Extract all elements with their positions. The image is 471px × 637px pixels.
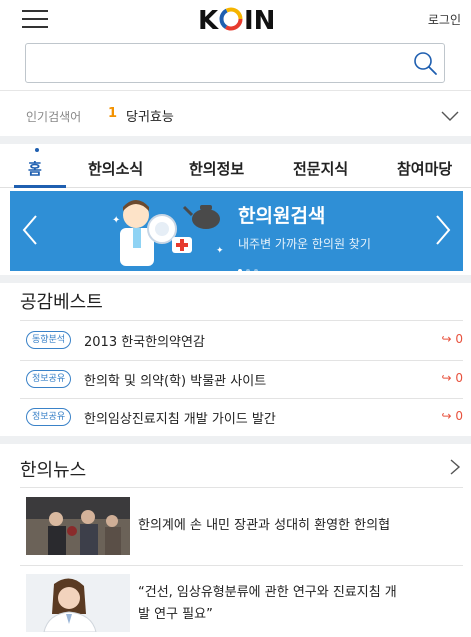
share-count-value: 0: [455, 409, 463, 423]
share-count-value: 0: [455, 371, 463, 385]
section-title-best: 공감베스트: [20, 292, 103, 313]
list-item-title[interactable]: 2013 한국한의약연감: [84, 331, 205, 350]
category-badge: 정보공유: [26, 370, 72, 388]
section-title-news: 한의뉴스: [20, 460, 87, 481]
login-link[interactable]: 로그인: [428, 11, 461, 28]
section-divider: [0, 436, 471, 444]
list-item-title[interactable]: 한의학 및 의약(학) 박물관 사이트: [84, 370, 266, 389]
pagination-dot[interactable]: [254, 269, 258, 271]
row-divider: [20, 360, 463, 361]
svg-text:✦: ✦: [112, 215, 120, 226]
share-count: ↪ 0: [441, 332, 463, 346]
tab-expert-knowledge[interactable]: 전문지식: [293, 158, 348, 179]
news-thumbnail[interactable]: [26, 574, 130, 632]
list-item[interactable]: 정보공유 한의임상진료지침 개발 가이드 발간 ↪ 0: [26, 408, 463, 434]
tab-news[interactable]: 한의소식: [88, 158, 143, 179]
news-item[interactable]: 한의계에 손 내민 장관과 성대히 환영한 한의협: [26, 497, 463, 557]
active-tab-indicator: [14, 185, 66, 188]
category-badge: 정보공유: [26, 408, 72, 426]
chevron-down-icon[interactable]: [441, 110, 459, 122]
news-item[interactable]: “건선, 임상유형분류에 관한 연구와 진료지침 개 발 연구 필요”: [26, 574, 463, 634]
news-thumbnail[interactable]: [26, 497, 130, 555]
row-divider: [20, 320, 463, 321]
section-divider: [0, 275, 471, 283]
svg-text:IN: IN: [244, 6, 275, 35]
news-title-line1[interactable]: “건선, 임상유형분류에 관한 연구와 진료지침 개: [138, 582, 397, 604]
pagination-dot[interactable]: [246, 269, 250, 271]
row-divider: [20, 487, 463, 488]
promo-banner[interactable]: ✦ ✦ 한의원검색 내주변 가까운 한의원 찾기: [10, 191, 463, 271]
app-header: K IN 로그인: [0, 0, 471, 40]
list-item[interactable]: 정보공유 한의학 및 의약(학) 박물관 사이트 ↪ 0: [26, 370, 463, 396]
popular-search-term[interactable]: 당귀효능: [126, 106, 174, 125]
row-divider: [20, 565, 463, 566]
news-title-line2[interactable]: 발 연구 필요”: [138, 604, 213, 626]
chevron-right-icon[interactable]: [433, 213, 453, 247]
main-tabs: 홈 한의소식 한의정보 전문지식 참여마당: [0, 148, 471, 188]
list-item-title[interactable]: 한의임상진료지침 개발 가이드 발간: [84, 408, 276, 427]
banner-title: 한의원검색: [238, 205, 326, 227]
popular-rank: 1: [108, 106, 118, 121]
svg-text:✦: ✦: [216, 246, 224, 256]
menu-icon[interactable]: [22, 9, 48, 29]
divider: [0, 90, 471, 91]
active-tab-dot: [35, 148, 39, 152]
pagination-dot[interactable]: [238, 269, 242, 271]
tab-home[interactable]: 홈: [28, 158, 42, 179]
row-divider: [20, 398, 463, 399]
doctor-illustration: ✦ ✦: [112, 200, 224, 266]
banner-subtitle: 내주변 가까운 한의원 찾기: [238, 237, 371, 251]
list-item[interactable]: 동향분석 2013 한국한의약연감 ↪ 0: [26, 331, 463, 357]
tab-participation[interactable]: 참여마당: [397, 158, 452, 179]
search-input[interactable]: [26, 44, 406, 82]
popular-search-label: 인기검색어: [26, 110, 82, 124]
chevron-right-icon[interactable]: [449, 458, 461, 476]
search-bar: [25, 43, 445, 83]
share-count: ↪ 0: [441, 409, 463, 423]
category-badge: 동향분석: [26, 331, 72, 349]
news-title[interactable]: 한의계에 손 내민 장관과 성대히 환영한 한의협: [138, 515, 390, 537]
share-count: ↪ 0: [441, 371, 463, 385]
share-count-value: 0: [455, 332, 463, 346]
tab-info[interactable]: 한의정보: [189, 158, 244, 179]
chevron-left-icon[interactable]: [20, 213, 40, 247]
section-divider: [0, 136, 471, 144]
banner-pagination: [238, 258, 262, 271]
svg-text:K: K: [198, 6, 219, 35]
search-icon[interactable]: [412, 50, 438, 76]
koin-logo[interactable]: K IN: [198, 3, 284, 35]
popular-search: 인기검색어 1 당귀효능: [0, 98, 471, 134]
